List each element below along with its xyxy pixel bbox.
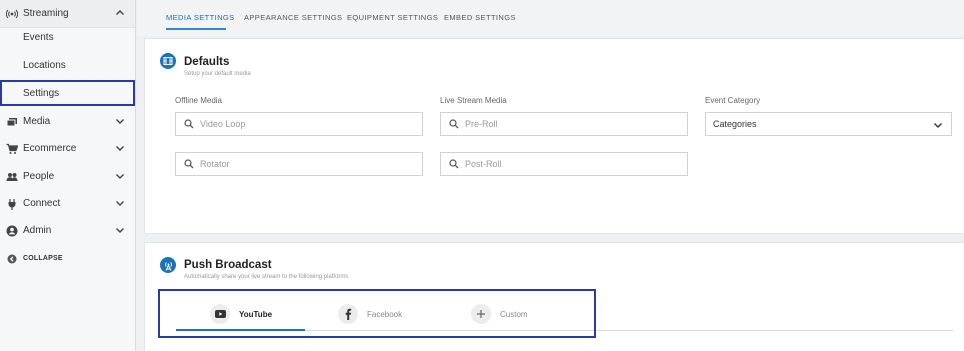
sidebar-item-ecommerce[interactable]: Ecommerce [0,135,135,162]
tab-media-settings[interactable]: MEDIA SETTINGS [166,13,235,22]
collapse-button[interactable]: COLLAPSE [0,245,135,272]
tab-facebook[interactable]: Facebook [338,303,402,325]
event-category-label: Event Category [705,96,761,105]
sidebar-item-media[interactable]: Media [0,108,135,135]
search-icon [184,159,194,169]
defaults-subtitle: Setup your default media [184,71,251,77]
plus-icon [471,304,491,324]
sidebar-item-connect[interactable]: Connect [0,190,135,217]
rotator-placeholder: Rotator [200,159,230,169]
media-icon [6,116,18,128]
cart-icon [6,143,18,155]
chevron-down-icon[interactable] [115,225,125,235]
sidebar-item-people[interactable]: People [0,163,135,190]
sidebar-item-label: Connect [23,198,61,209]
search-icon [184,119,194,129]
chevron-up-icon[interactable] [115,8,125,18]
pre-roll-placeholder: Pre-Roll [465,119,498,129]
sidebar-item-events[interactable]: Events [0,24,135,51]
live-stream-media-label: Live Stream Media [440,96,507,105]
sidebar-item-admin[interactable]: Admin [0,217,135,244]
antenna-icon [160,257,176,273]
sidebar-item-locations[interactable]: Locations [0,52,135,79]
film-icon [160,53,176,69]
sidebar: Streaming Events Locations Settings Medi… [0,0,136,351]
tab-custom[interactable]: Custom [471,303,528,325]
sidebar-item-streaming[interactable]: Streaming [0,0,135,27]
collapse-icon [6,253,18,265]
settings-tabs: MEDIA SETTINGS APPEARANCE SETTINGS EQUIP… [137,0,964,36]
post-roll-placeholder: Post-Roll [465,159,502,169]
people-icon [6,171,18,183]
video-loop-input[interactable]: Video Loop [175,112,423,136]
tab-youtube-label: YouTube [239,309,273,319]
event-category-select[interactable]: Categories [705,112,952,136]
offline-media-label: Offline Media [175,96,222,105]
rotator-input[interactable]: Rotator [175,152,423,176]
post-roll-input[interactable]: Post-Roll [440,152,688,176]
sidebar-item-label: Locations [23,60,66,71]
sidebar-item-label: Settings [23,87,60,99]
tab-custom-label: Custom [500,309,528,319]
defaults-title: Defaults [184,56,230,68]
search-icon [449,159,459,169]
chevron-down-icon[interactable] [115,198,125,208]
collapse-label: COLLAPSE [23,255,63,262]
tab-equipment-settings[interactable]: EQUIPMENT SETTINGS [347,13,438,22]
event-category-value: Categories [713,119,757,129]
tab-embed-settings[interactable]: EMBED SETTINGS [444,13,516,22]
video-loop-placeholder: Video Loop [200,119,246,129]
search-icon [449,119,459,129]
chevron-down-icon[interactable] [115,116,125,126]
sidebar-item-label: Streaming [23,8,69,19]
sidebar-item-label: Events [23,32,54,43]
sidebar-item-label: Media [23,116,51,127]
chevron-down-icon [934,123,942,128]
tab-youtube[interactable]: YouTube [210,303,272,325]
sidebar-item-settings[interactable]: Settings [0,80,135,106]
platform-tabs: YouTube Facebook Custom [158,289,596,338]
sidebar-item-label: Ecommerce [23,143,77,154]
tab-appearance-settings[interactable]: APPEARANCE SETTINGS [244,13,342,22]
push-broadcast-title: Push Broadcast [184,259,272,271]
broadcast-icon [6,8,18,20]
user-circle-icon [6,225,18,237]
chevron-down-icon[interactable] [115,143,125,153]
pre-roll-input[interactable]: Pre-Roll [440,112,688,136]
plug-icon [6,198,18,210]
facebook-icon [338,304,358,324]
sidebar-item-label: Admin [23,225,52,236]
youtube-icon [210,304,230,324]
active-tab-indicator [166,28,226,30]
defaults-card [144,38,964,234]
sidebar-item-label: People [23,171,55,182]
tab-facebook-label: Facebook [367,309,403,319]
chevron-down-icon[interactable] [115,171,125,181]
push-broadcast-subtitle: Automatically share your live stream to … [184,274,349,280]
